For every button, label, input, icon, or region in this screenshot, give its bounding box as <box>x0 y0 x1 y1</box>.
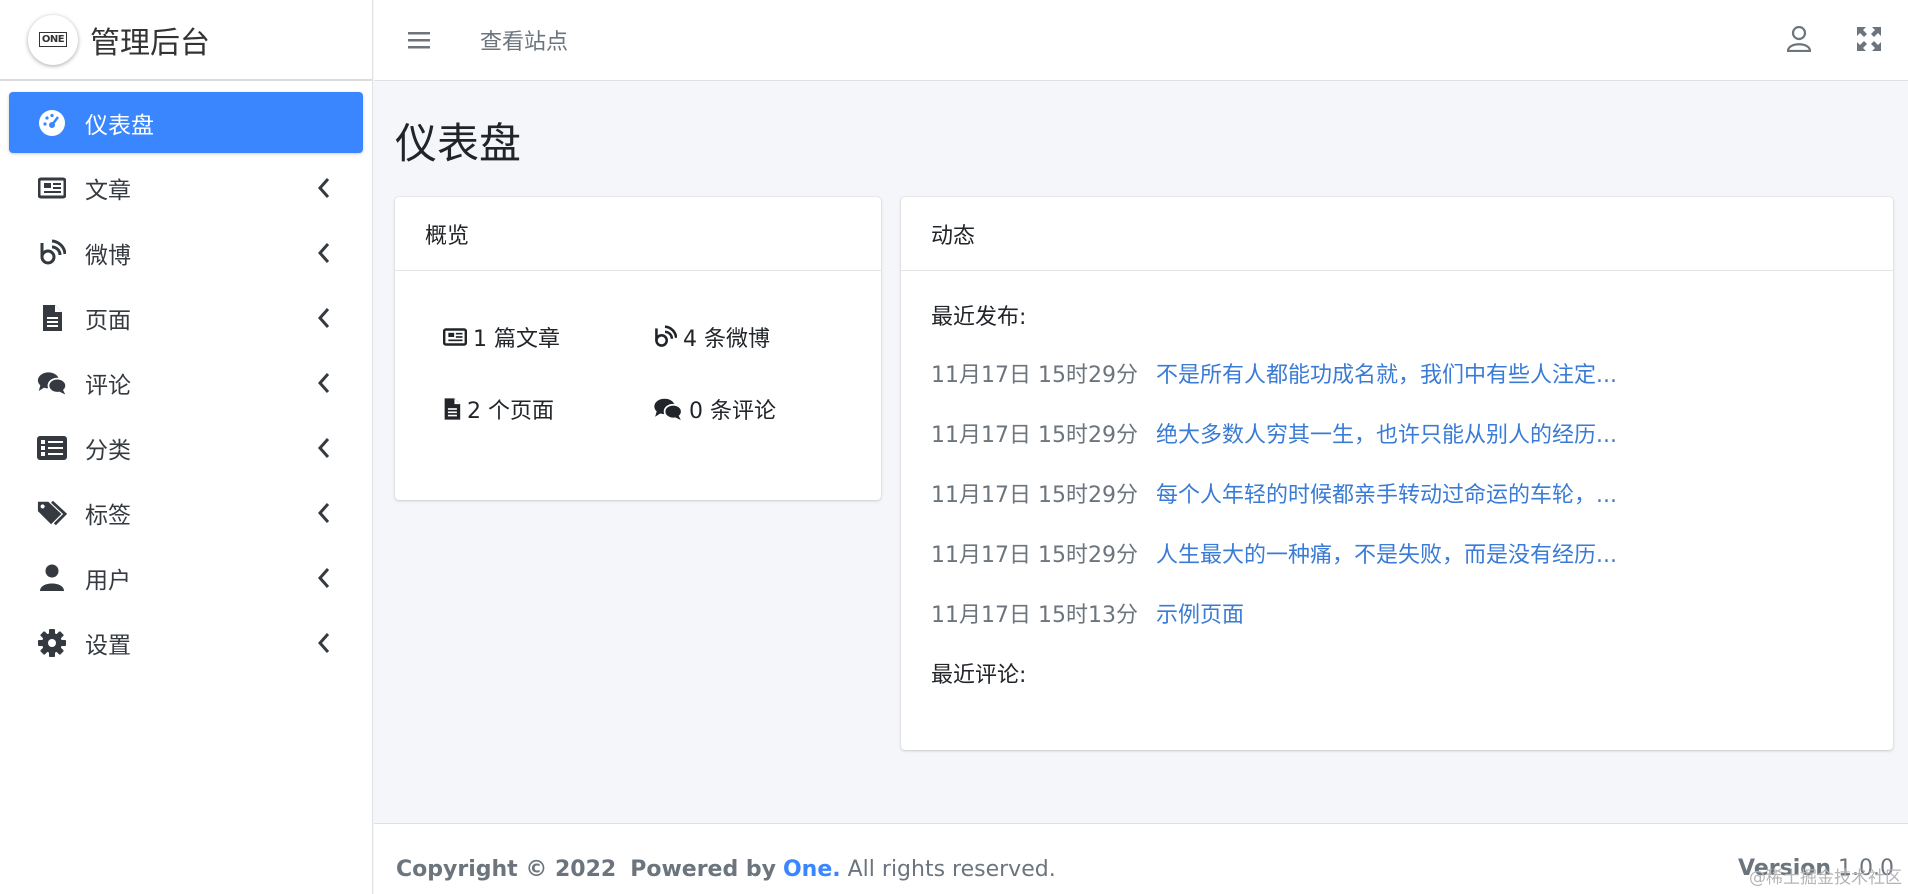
sidebar-item-label: 设置 <box>85 632 131 659</box>
chevron-left-icon <box>311 435 337 461</box>
sidebar-item-label: 微博 <box>85 242 131 269</box>
fullscreen-icon[interactable] <box>1854 24 1884 54</box>
sidebar-item-label: 分类 <box>85 437 131 464</box>
gear-icon <box>37 628 67 658</box>
main-content: 仪表盘 概览 1 篇文章 4 条微博 2 个页面 0 条评论 动态 最近发布: … <box>374 82 1908 824</box>
post-time: 11月17日 15时13分 <box>931 603 1138 628</box>
brand[interactable]: ONE 管理后台 <box>0 0 372 81</box>
sidebar-item-label: 评论 <box>85 372 131 399</box>
comments-icon <box>37 368 67 398</box>
post-link[interactable]: 示例页面 <box>1156 597 1244 629</box>
overview-comments-text: 0 条评论 <box>689 399 776 424</box>
brand-logo: ONE <box>28 14 78 65</box>
overview-comments[interactable]: 0 条评论 <box>653 393 863 425</box>
copyright-text: Copyright © 2022 <box>396 856 617 882</box>
list-item: 11月17日 15时29分 人生最大的一种痛，不是失败，而是没有经历... <box>931 537 1863 569</box>
recent-comments-label: 最近评论: <box>931 663 1027 688</box>
sidebar-nav: 仪表盘 文章 微博 页面 评论 分类 标签 用户 设置 <box>0 81 372 688</box>
sidebar-item-weibo[interactable]: 微博 <box>9 222 363 283</box>
overview-weibo-text: 4 条微博 <box>683 327 770 352</box>
sidebar-item-articles[interactable]: 文章 <box>9 157 363 218</box>
weibo-icon <box>655 325 677 347</box>
footer: Copyright © 2022 Powered by One. All rig… <box>374 823 1908 894</box>
topbar: 查看站点 <box>374 0 1908 81</box>
overview-weibo[interactable]: 4 条微博 <box>653 321 863 353</box>
newspaper-icon <box>443 328 467 346</box>
comments-icon <box>654 398 683 421</box>
weibo-icon <box>37 238 67 268</box>
powered-by-text: Powered by <box>630 856 776 882</box>
chevron-left-icon <box>311 370 337 396</box>
file-icon <box>37 303 67 333</box>
sidebar-item-tags[interactable]: 标签 <box>9 482 363 543</box>
menu-toggle-icon[interactable] <box>404 25 434 55</box>
post-time: 11月17日 15时29分 <box>931 543 1138 568</box>
post-time: 11月17日 15时29分 <box>931 363 1138 388</box>
sidebar-item-label: 标签 <box>85 502 131 529</box>
sidebar-item-pages[interactable]: 页面 <box>9 287 363 348</box>
brand-title: 管理后台 <box>90 25 210 61</box>
user-profile-icon[interactable] <box>1784 24 1814 54</box>
chevron-left-icon <box>311 305 337 331</box>
chevron-left-icon <box>311 240 337 266</box>
list-item: 11月17日 15时29分 绝大多数人穷其一生，也许只能从别人的经历... <box>931 417 1863 449</box>
view-site-link[interactable]: 查看站点 <box>480 24 568 56</box>
overview-pages-text: 2 个页面 <box>467 399 554 424</box>
rights-text: All rights reserved. <box>847 856 1056 882</box>
post-link[interactable]: 绝大多数人穷其一生，也许只能从别人的经历... <box>1156 417 1617 449</box>
newspaper-icon <box>37 173 67 203</box>
overview-pages[interactable]: 2 个页面 <box>443 393 653 425</box>
page-title: 仪表盘 <box>395 119 522 168</box>
post-time: 11月17日 15时29分 <box>931 423 1138 448</box>
activity-card-title: 动态 <box>901 197 1893 271</box>
chevron-left-icon <box>311 630 337 656</box>
sidebar-item-settings[interactable]: 设置 <box>9 612 363 673</box>
post-time: 11月17日 15时29分 <box>931 483 1138 508</box>
sidebar-item-label: 页面 <box>85 307 131 334</box>
sidebar-item-label: 文章 <box>85 177 131 204</box>
user-icon <box>37 563 67 593</box>
post-link[interactable]: 每个人年轻的时候都亲手转动过命运的车轮，... <box>1156 477 1617 509</box>
overview-articles[interactable]: 1 篇文章 <box>443 321 653 353</box>
list-icon <box>37 433 67 463</box>
overview-card-title: 概览 <box>395 197 881 271</box>
watermark: @稀土掘金技术社区 <box>1749 868 1902 888</box>
overview-card: 概览 1 篇文章 4 条微博 2 个页面 0 条评论 <box>395 197 881 500</box>
sidebar-item-label: 用户 <box>85 567 131 594</box>
sidebar: ONE 管理后台 仪表盘 文章 微博 页面 评论 分类 标签 用户 设置 <box>0 0 373 894</box>
list-item: 11月17日 15时29分 不是所有人都能功成名就，我们中有些人注定... <box>931 357 1863 389</box>
post-link[interactable]: 不是所有人都能功成名就，我们中有些人注定... <box>1156 357 1617 389</box>
sidebar-item-users[interactable]: 用户 <box>9 547 363 608</box>
sidebar-item-categories[interactable]: 分类 <box>9 417 363 478</box>
sidebar-item-comments[interactable]: 评论 <box>9 352 363 413</box>
post-link[interactable]: 人生最大的一种痛，不是失败，而是没有经历... <box>1156 537 1617 569</box>
overview-articles-text: 1 篇文章 <box>473 327 560 352</box>
sidebar-item-label: 仪表盘 <box>85 112 154 139</box>
tags-icon <box>37 498 67 528</box>
chevron-left-icon <box>311 565 337 591</box>
list-item: 11月17日 15时13分 示例页面 <box>931 597 1863 629</box>
list-item: 11月17日 15时29分 每个人年轻的时候都亲手转动过命运的车轮，... <box>931 477 1863 509</box>
chevron-left-icon <box>311 175 337 201</box>
recent-posts-label: 最近发布: <box>931 305 1027 330</box>
sidebar-item-dashboard[interactable]: 仪表盘 <box>9 92 363 153</box>
chevron-left-icon <box>311 500 337 526</box>
activity-card: 动态 最近发布: 11月17日 15时29分 不是所有人都能功成名就，我们中有些… <box>901 197 1893 750</box>
file-icon <box>444 398 461 420</box>
brand-logo-text: ONE <box>38 32 68 47</box>
brand-link[interactable]: One. <box>783 857 841 882</box>
dashboard-icon <box>37 108 67 138</box>
